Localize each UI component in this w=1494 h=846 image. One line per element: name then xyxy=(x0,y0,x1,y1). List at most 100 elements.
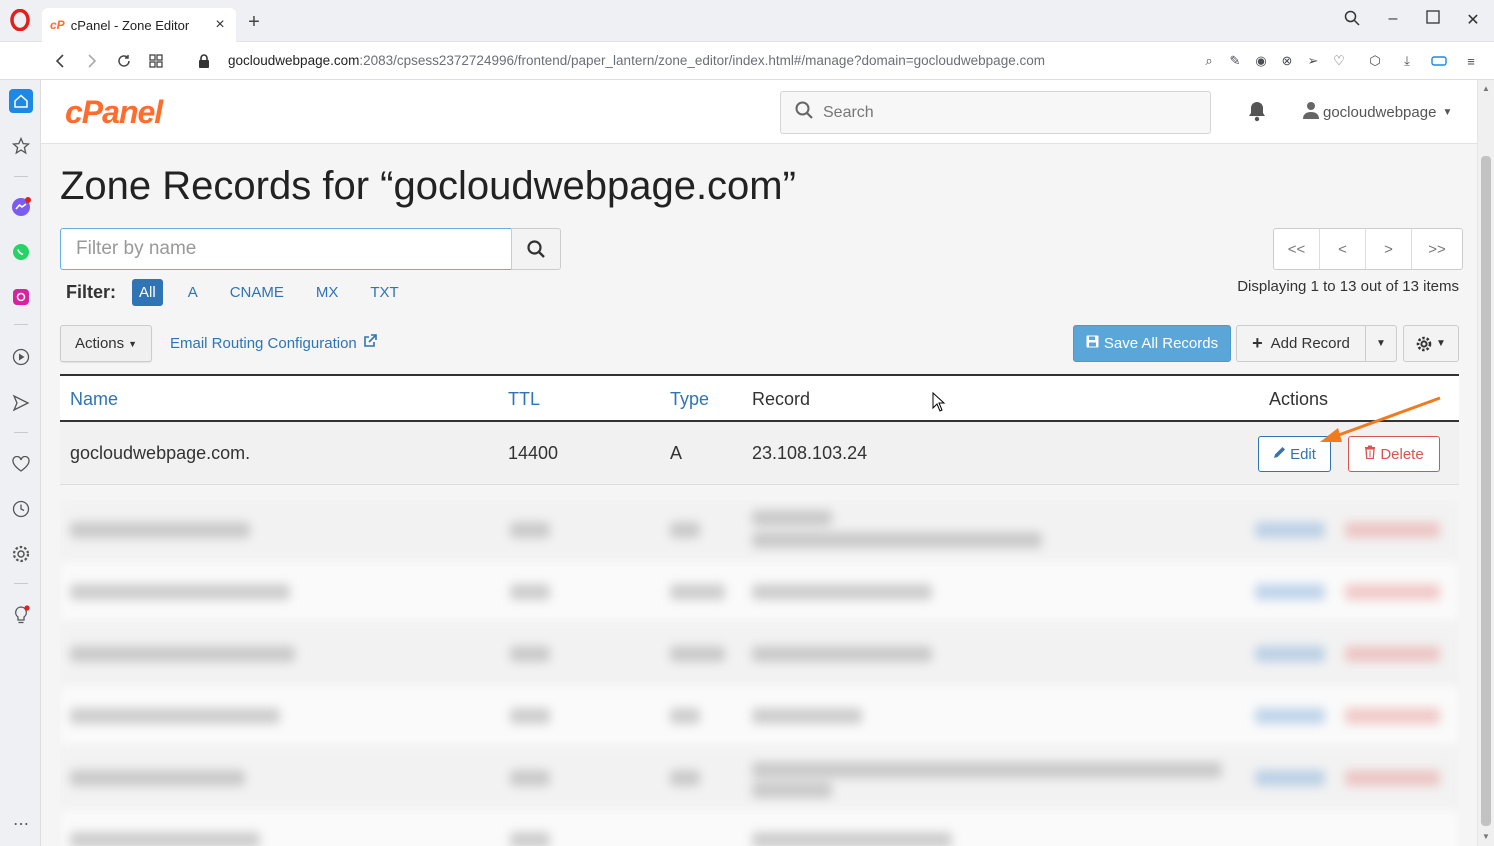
speed-dial-icon[interactable] xyxy=(146,51,166,71)
player-icon[interactable] xyxy=(9,345,33,369)
tab-favicon: cP xyxy=(50,18,65,32)
chevron-down-icon: ▼ xyxy=(1376,338,1386,349)
table-header: Name TTL Type Record Actions xyxy=(60,374,1459,422)
save-all-label: Save All Records xyxy=(1103,335,1219,352)
add-record-label: Add Record xyxy=(1270,335,1350,352)
next-page-button[interactable]: > xyxy=(1366,229,1412,269)
maximize-icon[interactable] xyxy=(1421,10,1445,29)
blurred-row xyxy=(60,748,1459,810)
browser-tab-bar: cP cPanel - Zone Editor × + – ✕ xyxy=(0,0,1494,42)
scroll-down-icon[interactable]: ▼ xyxy=(1482,832,1490,841)
heart-icon[interactable]: ♡ xyxy=(1330,52,1348,70)
close-window-icon[interactable]: ✕ xyxy=(1461,10,1485,30)
flow-send-icon[interactable] xyxy=(9,391,33,415)
filter-chip-txt[interactable]: TXT xyxy=(363,279,405,306)
save-all-records-button[interactable]: Save All Records xyxy=(1073,325,1231,362)
extensions-cube-icon[interactable]: ⬡ xyxy=(1366,52,1384,70)
filter-chip-all[interactable]: All xyxy=(132,279,163,306)
zoom-icon[interactable]: ⌕ xyxy=(1200,52,1218,70)
send-icon[interactable]: ➢ xyxy=(1304,52,1322,70)
blurred-row xyxy=(60,810,1459,846)
record-ttl: 14400 xyxy=(508,443,559,463)
filter-by-name-input[interactable]: Filter by name xyxy=(60,228,512,270)
reload-icon[interactable] xyxy=(114,51,134,71)
delete-record-button[interactable]: Delete xyxy=(1348,436,1440,472)
actions-label: Actions xyxy=(74,335,125,352)
prev-page-button[interactable]: < xyxy=(1320,229,1366,269)
filter-chip-cname[interactable]: CNAME xyxy=(223,279,291,306)
filter-chip-a[interactable]: A xyxy=(181,279,205,306)
page-title: Zone Records for “gocloudwebpage.com” xyxy=(60,164,796,208)
first-page-button[interactable]: << xyxy=(1274,229,1320,269)
browser-tab-active[interactable]: cP cPanel - Zone Editor × xyxy=(42,8,236,42)
search-icon xyxy=(795,101,813,124)
minimize-icon[interactable]: – xyxy=(1381,10,1405,28)
display-count: Displaying 1 to 13 out of 13 items xyxy=(1237,278,1459,295)
settings-gear-icon[interactable] xyxy=(9,542,33,566)
column-header-ttl[interactable]: TTL xyxy=(508,389,540,410)
filter-chip-mx[interactable]: MX xyxy=(309,279,346,306)
save-floppy-icon xyxy=(1086,335,1099,352)
user-icon xyxy=(1303,101,1319,123)
filter-label: Filter: xyxy=(66,282,117,302)
instagram-icon[interactable] xyxy=(9,285,33,309)
favorites-heart-icon[interactable] xyxy=(9,452,33,476)
blurred-row xyxy=(60,624,1459,686)
search-icon xyxy=(527,240,545,258)
zone-records-table: Name TTL Type Record Actions gocloudwebp… xyxy=(60,374,1459,485)
forward-icon[interactable] xyxy=(82,51,102,71)
user-menu[interactable]: gocloudwebpage ▼ xyxy=(1303,101,1452,123)
notifications-bell-icon[interactable] xyxy=(1247,100,1267,122)
lock-icon[interactable] xyxy=(194,51,214,71)
new-tab-icon[interactable]: + xyxy=(244,12,264,32)
email-routing-link[interactable]: Email Routing Configuration xyxy=(170,334,377,352)
download-icon[interactable]: ⤓ xyxy=(1398,52,1416,70)
adblock-icon[interactable]: ⊗ xyxy=(1278,52,1296,70)
easy-setup-icon[interactable]: ≡ xyxy=(1462,52,1480,70)
edit-label: Edit xyxy=(1290,445,1316,463)
home-icon[interactable] xyxy=(9,89,33,113)
column-header-name[interactable]: Name xyxy=(70,389,118,410)
battery-icon[interactable] xyxy=(1430,52,1448,70)
actions-dropdown-button[interactable]: Actions ▼ xyxy=(60,325,152,362)
tab-title: cPanel - Zone Editor xyxy=(70,17,190,33)
scroll-up-icon[interactable]: ▲ xyxy=(1482,84,1490,93)
more-dots-icon[interactable]: ⋯ xyxy=(9,812,33,836)
browser-search-icon[interactable] xyxy=(1340,10,1364,31)
bookmarks-star-icon[interactable] xyxy=(9,134,33,158)
page-scrollbar[interactable]: ▲ ▼ xyxy=(1477,80,1494,846)
filter-search-button[interactable] xyxy=(511,228,561,270)
tips-lightbulb-icon[interactable] xyxy=(9,603,33,627)
add-record-button[interactable]: + Add Record xyxy=(1236,325,1366,362)
scroll-thumb[interactable] xyxy=(1481,156,1491,826)
camera-icon[interactable]: ◉ xyxy=(1252,52,1270,70)
cpanel-logo[interactable]: cPanel xyxy=(65,94,163,131)
blurred-records xyxy=(60,500,1459,846)
record-name: gocloudwebpage.com. xyxy=(70,443,251,463)
add-record-dropdown-toggle[interactable]: ▼ xyxy=(1365,325,1397,362)
url-field[interactable]: gocloudwebpage.com:2083/cpsess2372724996… xyxy=(228,53,1045,68)
column-header-type[interactable]: Type xyxy=(670,389,709,410)
edit-page-icon[interactable]: ✎ xyxy=(1226,52,1244,70)
back-icon[interactable] xyxy=(50,51,70,71)
last-page-button[interactable]: >> xyxy=(1412,229,1462,269)
settings-dropdown-button[interactable]: ▼ xyxy=(1403,325,1459,362)
email-routing-label: Email Routing Configuration xyxy=(170,334,357,352)
pencil-icon xyxy=(1273,446,1286,463)
cpanel-header: cPanel Search gocloudwebpage ▼ xyxy=(41,80,1477,144)
delete-label: Delete xyxy=(1380,445,1424,463)
chevron-down-icon: ▼ xyxy=(1442,106,1453,118)
history-clock-icon[interactable] xyxy=(9,497,33,521)
blurred-row xyxy=(60,562,1459,624)
edit-record-button[interactable]: Edit xyxy=(1258,436,1331,472)
tab-close-icon[interactable]: × xyxy=(212,16,228,34)
whatsapp-icon[interactable] xyxy=(9,240,33,264)
cpanel-search-input[interactable]: Search xyxy=(780,91,1211,134)
messenger-icon[interactable] xyxy=(9,195,33,219)
record-type: A xyxy=(670,443,683,463)
url-host: gocloudwebpage.com xyxy=(228,53,360,68)
opera-logo-icon[interactable] xyxy=(8,8,32,32)
type-filter-row: Filter: All A CNAME MX TXT xyxy=(66,279,424,306)
search-placeholder: Search xyxy=(823,103,874,121)
plus-icon: + xyxy=(1252,333,1263,353)
